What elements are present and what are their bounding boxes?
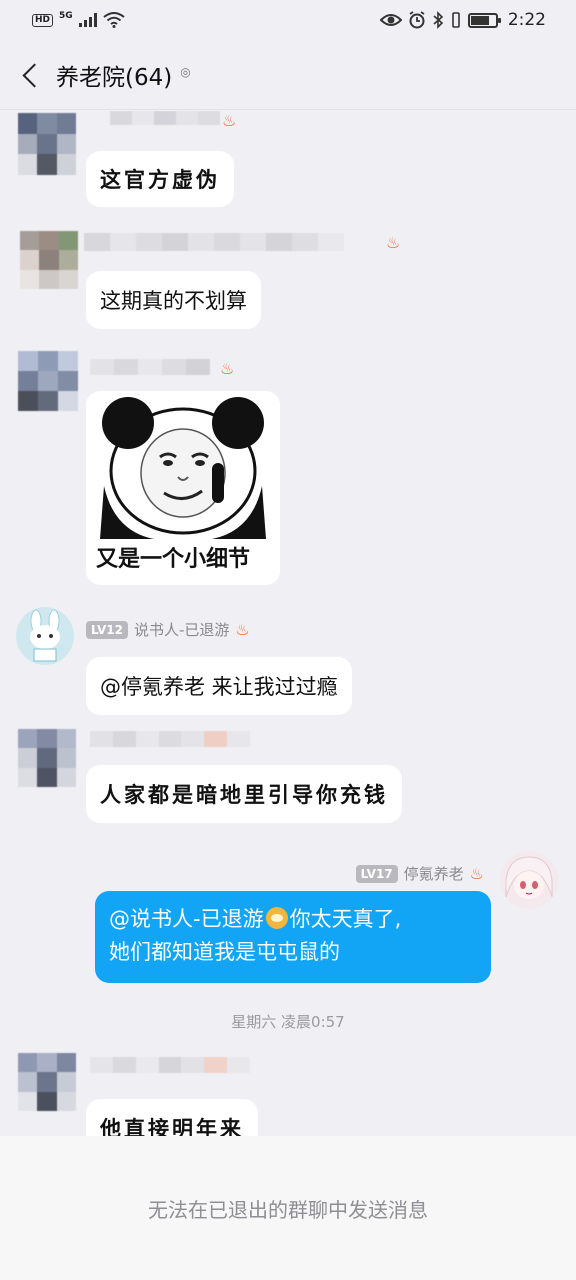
sender-name[interactable]: 停氪养老 [404,863,464,884]
level-badge: LV17 [355,864,398,883]
eye-icon [379,14,402,26]
message-bubble[interactable]: 这官方虚伪 [86,151,234,207]
message-text: @停氪养老 来让我过过瘾 [100,675,338,699]
message-list[interactable]: ♨ 这官方虚伪 ♨ 这期真的不划算 ♨ 又是一个小细节 LV12 说书人-已退游… [0,111,576,1136]
blurred-avatar [18,1053,76,1111]
blurred-avatar [18,351,78,411]
message-text: 这期真的不划算 [100,289,247,313]
flame-icon: ♨ [220,359,235,378]
network-label: 5G [59,11,73,21]
message-bubble[interactable]: 人家都是暗地里引导你充钱 [86,765,402,823]
sticker-caption: 又是一个小细节 [96,547,251,572]
blurred-avatar [18,729,76,787]
message-text: 这官方虚伪 [100,167,220,192]
blurred-sender-name [90,731,250,747]
blurred-avatar [18,113,76,175]
message-text: 他直接明年来 [100,1116,244,1136]
blurred-sender-name [84,233,344,251]
message-bubble[interactable]: 他直接明年来 [86,1099,258,1136]
alarm-icon [409,11,425,29]
flame-icon: ♨ [235,620,250,639]
group-title: 养老院(64) [56,64,173,91]
message-text-line2: 她们都知道我是屯屯鼠的 [109,940,340,964]
signal-icon [78,13,97,27]
panda-meme-image [100,397,266,539]
hd-badge: HD [32,13,54,27]
status-right: 2:22 [379,10,546,30]
message-text: @说书人-已退游 你太天真了, 她们都知道我是屯屯鼠的 [109,903,401,969]
status-bar: HD 5G 2:22 [0,0,576,40]
battery-icon [467,12,501,28]
bunny-avatar[interactable] [16,607,74,665]
wifi-icon [103,12,125,28]
blurred-avatar [20,231,78,289]
sticker-message[interactable]: 又是一个小细节 [86,391,280,585]
status-time: 2:22 [507,10,546,30]
pin-icon: ◎ [180,64,191,79]
input-disabled-notice: 无法在已退出的群聊中发送消息 [0,1136,576,1280]
flame-icon: ♨ [222,111,237,130]
blurred-sender-name [110,111,220,125]
message-text: 人家都是暗地里引导你充钱 [100,782,388,807]
level-badge: LV12 [86,620,128,639]
sender-row: LV17 停氪养老 ♨ [355,863,484,884]
bluetooth-icon [433,11,443,29]
sender-row: LV12 说书人-已退游 ♨ [86,619,250,640]
blurred-sender-name [90,359,210,375]
status-left: HD 5G [32,11,125,28]
anime-girl-avatar[interactable] [500,851,558,909]
mention-text: @说书人-已退游 [109,907,264,931]
sender-name[interactable]: 说书人-已退游 [134,619,229,640]
footer-notice-text: 无法在已退出的群聊中发送消息 [148,1197,428,1222]
blurred-sender-name [90,1057,250,1073]
message-bubble-self[interactable]: @说书人-已退游 你太天真了, 她们都知道我是屯屯鼠的 [95,891,491,983]
shiba-emoji-icon [265,907,288,929]
flame-icon: ♨ [386,233,401,252]
chat-header: 养老院(64) ◎ [0,40,576,110]
message-text-part: 你太天真了, [289,907,402,931]
vibrate-icon [452,12,460,28]
message-bubble[interactable]: 这期真的不划算 [86,271,261,329]
flame-icon: ♨ [469,864,484,883]
chevron-left-icon[interactable] [20,64,44,88]
time-divider: 星期六 凌晨0:57 [231,1013,345,1031]
message-bubble[interactable]: @停氪养老 来让我过过瘾 [86,657,352,715]
